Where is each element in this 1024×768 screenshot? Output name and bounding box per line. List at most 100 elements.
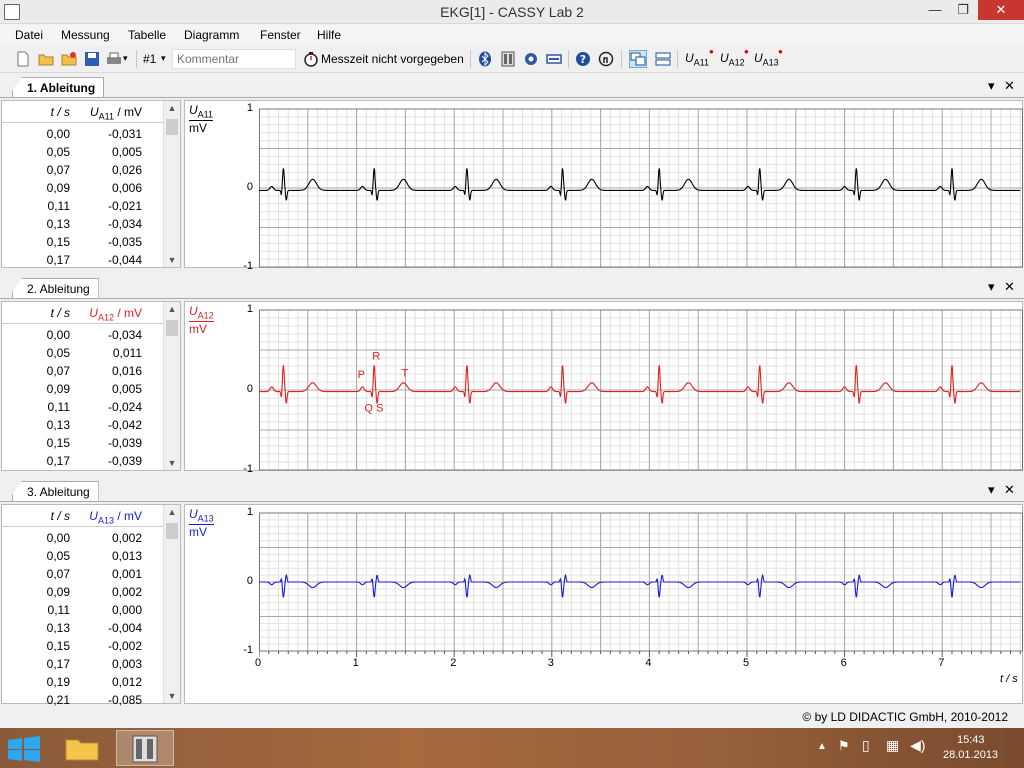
table-row[interactable]: 0,09 0,002 <box>2 583 164 601</box>
ecg-chart[interactable] <box>259 107 1023 271</box>
panel-close-icon[interactable]: ✕ <box>1004 78 1015 94</box>
table-row[interactable]: 0,00 -0,034 <box>2 326 164 344</box>
file-explorer-icon[interactable] <box>62 734 102 762</box>
action-center-flag-icon[interactable]: ⚑ <box>838 738 850 754</box>
menu-datei[interactable]: Datei <box>15 28 43 42</box>
new-file-icon[interactable] <box>15 51 31 67</box>
window-layout-icon[interactable] <box>629 50 647 68</box>
measurement-time-label[interactable]: Messzeit nicht vorgegeben <box>321 52 464 66</box>
plot-area[interactable]: UA11 mV 1 0 -1 <box>184 100 1023 272</box>
comment-input[interactable] <box>172 49 296 69</box>
display-icon[interactable] <box>546 51 562 67</box>
scroll-up-icon[interactable]: ▲ <box>164 304 180 314</box>
menu-messung[interactable]: Messung <box>61 28 110 42</box>
scroll-down-icon[interactable]: ▼ <box>164 255 180 265</box>
table-row[interactable]: 0,15 -0,002 <box>2 637 164 655</box>
close-button[interactable]: ✕ <box>978 0 1024 20</box>
scroll-up-icon[interactable]: ▲ <box>164 507 180 517</box>
measurement-select[interactable]: #1 <box>143 52 156 66</box>
stopwatch-icon[interactable] <box>303 51 319 67</box>
table-row[interactable]: 0,13 -0,004 <box>2 619 164 637</box>
table-row[interactable]: 0,11 -0,021 <box>2 197 164 215</box>
volume-icon[interactable]: ◀) <box>910 737 925 754</box>
scroll-up-icon[interactable]: ▲ <box>164 103 180 113</box>
battery-icon[interactable]: ▯ <box>862 737 870 754</box>
menu-fenster[interactable]: Fenster <box>260 28 301 42</box>
table-row[interactable]: 0,09 0,005 <box>2 380 164 398</box>
open-add-icon[interactable] <box>61 51 77 67</box>
print-dropdown-icon[interactable]: ▾ <box>123 53 128 64</box>
panel-menu-chevron-icon[interactable]: ▾ <box>988 279 995 295</box>
panel-menu-chevron-icon[interactable]: ▾ <box>988 482 995 498</box>
cell-voltage: -0,085 <box>107 693 142 707</box>
info-icon[interactable] <box>598 51 614 67</box>
scroll-thumb[interactable] <box>166 523 178 539</box>
table-row[interactable]: 0,11 -0,024 <box>2 398 164 416</box>
clock-time[interactable]: 15:43 <box>957 734 985 746</box>
menu-tabelle[interactable]: Tabelle <box>128 28 166 42</box>
table-row[interactable]: 0,00 0,002 <box>2 529 164 547</box>
table-row[interactable]: 0,13 -0,042 <box>2 416 164 434</box>
channel-a11-button[interactable]: UA11 ● <box>685 47 714 67</box>
table-row[interactable]: 0,07 0,016 <box>2 362 164 380</box>
table-row[interactable]: 0,00 -0,031 <box>2 125 164 143</box>
help-icon[interactable]: ? <box>575 51 591 67</box>
restore-button[interactable]: ❐ <box>948 0 978 20</box>
minimize-button[interactable]: — <box>920 0 950 20</box>
menu-hilfe[interactable]: Hilfe <box>317 28 341 42</box>
measurement-dropdown-icon[interactable]: ▾ <box>161 53 166 64</box>
clock-date[interactable]: 28.01.2013 <box>943 749 998 761</box>
network-icon[interactable]: ▦ <box>886 737 899 754</box>
horizontal-scrollbar[interactable] <box>185 701 1022 703</box>
table-row[interactable]: 0,05 0,013 <box>2 547 164 565</box>
table-scrollbar[interactable]: ▲ ▼ <box>163 101 180 267</box>
table-row[interactable]: 0,19 0,012 <box>2 673 164 691</box>
tab-ableitung-1[interactable]: 1. Ableitung <box>12 77 105 97</box>
open-folder-icon[interactable] <box>38 51 54 67</box>
table-row[interactable]: 0,17 -0,044 <box>2 251 164 269</box>
table-row[interactable]: 0,07 0,026 <box>2 161 164 179</box>
data-table[interactable]: t / s UA13 / mV 0,00 0,002 0,05 0,013 0,07 0,00… <box>1 504 181 707</box>
col-header-unit: / mV <box>113 306 142 320</box>
tab-ableitung-3[interactable]: 3. Ableitung <box>12 481 99 501</box>
channel-a12-button[interactable]: UA12 ● <box>720 47 749 67</box>
panel-menu-chevron-icon[interactable]: ▾ <box>988 78 995 94</box>
table-row[interactable]: 0,07 0,001 <box>2 565 164 583</box>
table-row[interactable]: 0,13 -0,034 <box>2 215 164 233</box>
scroll-down-icon[interactable]: ▼ <box>164 458 180 468</box>
table-scrollbar[interactable]: ▲ ▼ <box>163 302 180 470</box>
table-row[interactable]: 0,17 -0,039 <box>2 452 164 470</box>
ecg-chart[interactable]: PR T Q S <box>259 308 1023 474</box>
tab-ableitung-2[interactable]: 2. Ableitung <box>12 278 99 298</box>
cassy-taskbar-button[interactable] <box>116 730 174 766</box>
cell-time: 0,17 <box>46 657 70 671</box>
table-scrollbar[interactable]: ▲ ▼ <box>163 505 180 703</box>
table-row[interactable]: 0,15 -0,035 <box>2 233 164 251</box>
panel-close-icon[interactable]: ✕ <box>1004 279 1015 295</box>
data-table[interactable]: t / s UA11 / mV 0,00 -0,031 0,05 0,005 0,07 0,0… <box>1 100 181 268</box>
channel-a13-button[interactable]: UA13 ● <box>754 47 783 67</box>
table-row[interactable]: 0,11 0,000 <box>2 601 164 619</box>
table-row[interactable]: 0,17 0,003 <box>2 655 164 673</box>
scroll-thumb[interactable] <box>166 119 178 135</box>
plot-area[interactable]: UA12 mV P R T Q S 1 0 -1 <box>184 301 1023 475</box>
menu-diagramm[interactable]: Diagramm <box>184 28 239 42</box>
plot-area[interactable]: UA13 mV 1 0 -1 0 1 2 3 4 5 6 7 t / s <box>184 504 1023 704</box>
table-row[interactable]: 0,05 0,005 <box>2 143 164 161</box>
data-table[interactable]: t / s UA12 / mV 0,00 -0,034 0,05 0,011 0,07 0,0… <box>1 301 181 471</box>
panel-close-icon[interactable]: ✕ <box>1004 482 1015 498</box>
scroll-down-icon[interactable]: ▼ <box>164 691 180 701</box>
windows-start-icon[interactable] <box>6 736 42 762</box>
table-row[interactable]: 0,09 0,006 <box>2 179 164 197</box>
print-icon[interactable] <box>106 51 122 67</box>
bluetooth-icon[interactable] <box>477 51 493 67</box>
tray-expand-icon[interactable]: ▲ <box>817 741 827 752</box>
settings-gear-icon[interactable] <box>523 51 539 67</box>
table-row[interactable]: 0,15 -0,039 <box>2 434 164 452</box>
table-row[interactable]: 0,05 0,011 <box>2 344 164 362</box>
window-tile-icon[interactable] <box>655 51 671 67</box>
scroll-thumb[interactable] <box>166 320 178 336</box>
save-icon[interactable] <box>84 51 100 67</box>
device-icon[interactable] <box>500 51 516 67</box>
ecg-chart[interactable] <box>259 511 1023 655</box>
